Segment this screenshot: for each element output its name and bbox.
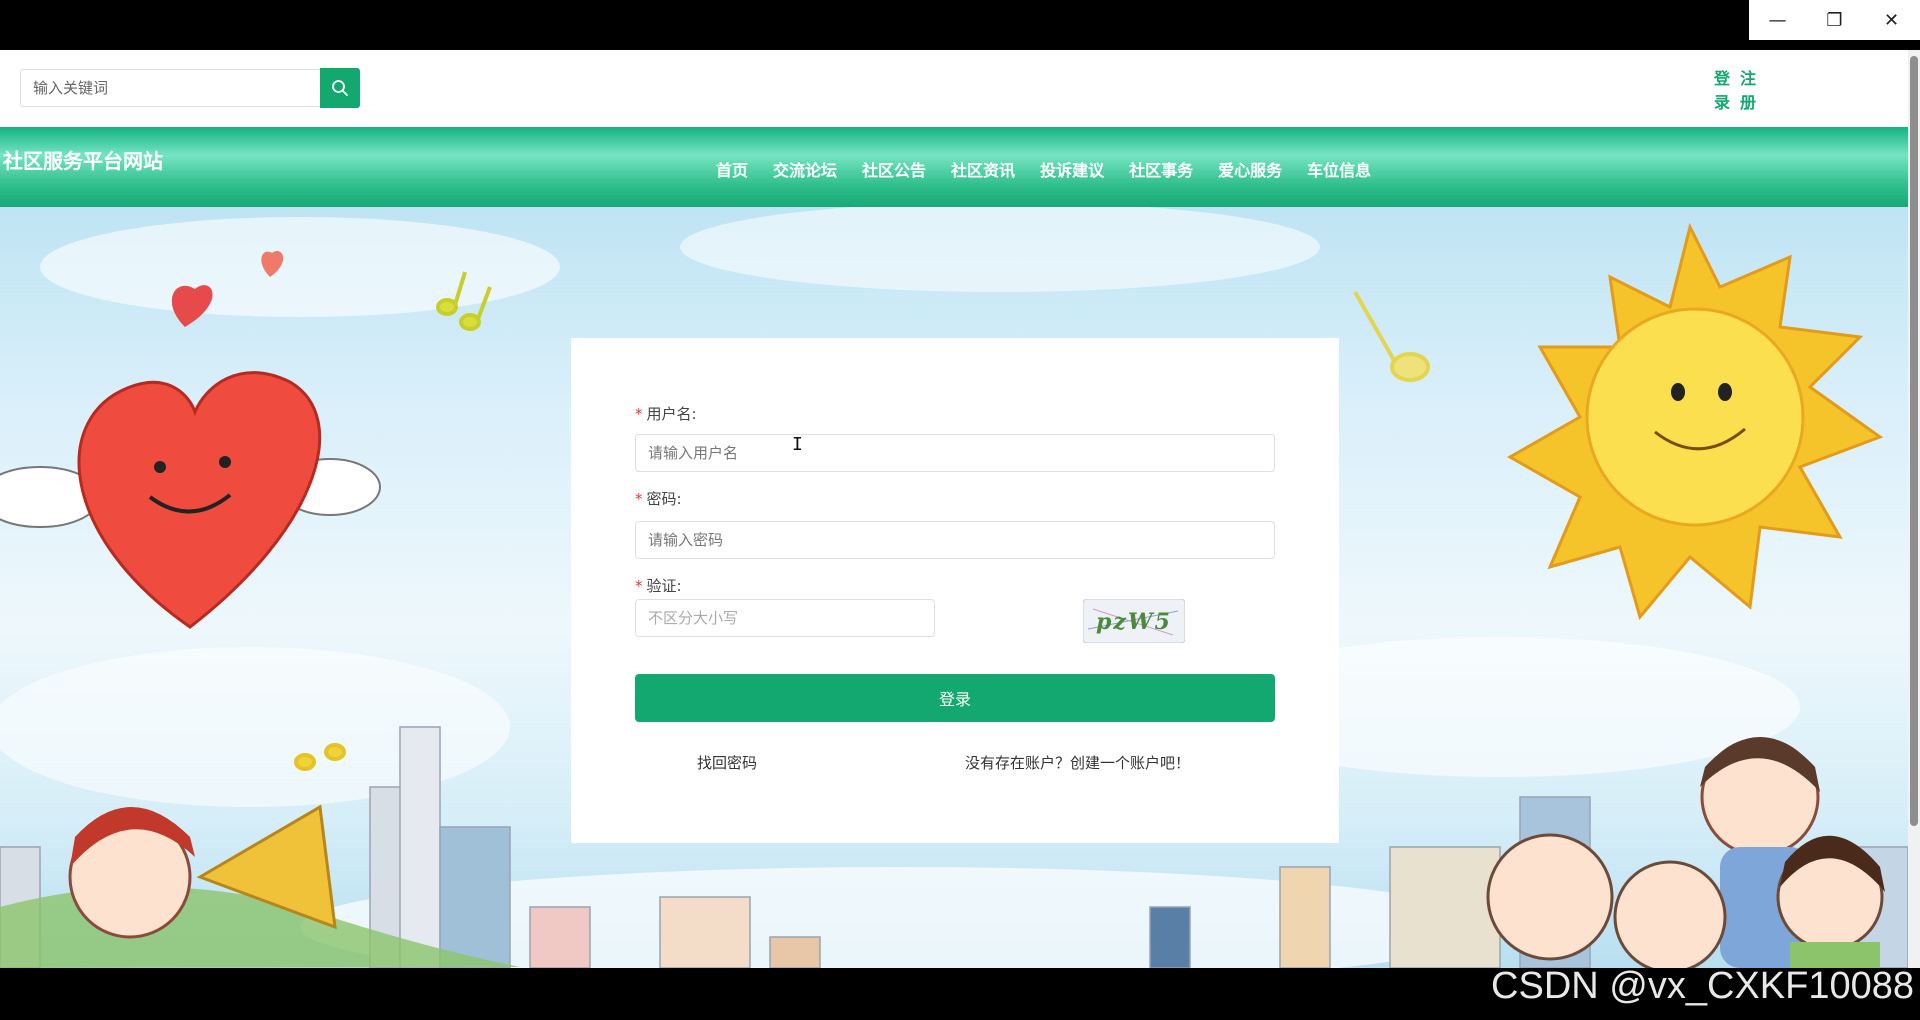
sun-mascot <box>1506 222 1884 621</box>
required-mark: * <box>635 577 643 595</box>
username-label: * 用户名: <box>635 403 697 424</box>
login-submit-button[interactable]: 登录 <box>635 674 1275 722</box>
password-label-text: 密码: <box>646 490 682 508</box>
nav-menu: 首页 交流论坛 社区公告 社区资讯 投诉建议 社区事务 爱心服务 车位信息 <box>716 157 1371 181</box>
scrollbar-thumb[interactable] <box>1910 56 1918 826</box>
top-bar: 登录 注册 <box>0 50 1908 127</box>
browser-viewport: 登录 注册 社区服务平台网站 首页 交流论坛 社区公告 社区资讯 投诉建议 社区… <box>0 50 1920 968</box>
register-account-link[interactable]: 没有存在账户？创建一个账户吧！ <box>965 752 1190 773</box>
required-mark: * <box>635 490 643 508</box>
search-button[interactable] <box>320 68 360 108</box>
main-navbar: 社区服务平台网站 首页 交流论坛 社区公告 社区资讯 投诉建议 社区事务 爱心服… <box>0 127 1908 207</box>
heart-mascot <box>0 371 381 629</box>
forgot-password-link[interactable]: 找回密码 <box>697 752 757 773</box>
site-title: 社区服务平台网站 <box>3 149 163 173</box>
required-mark: * <box>635 405 643 423</box>
restore-button[interactable]: ❐ <box>1806 0 1863 40</box>
watermark: CSDN @vx_CXKF10088 <box>1491 965 1914 1007</box>
captcha-text: pzW5 <box>1096 609 1172 635</box>
window-titlebar: — ❐ ✕ <box>0 0 1920 50</box>
search-icon <box>332 80 348 96</box>
nav-item-news[interactable]: 社区资讯 <box>951 157 1015 181</box>
captcha-image[interactable]: pzW5 <box>1083 599 1185 643</box>
nav-item-announcements[interactable]: 社区公告 <box>862 157 926 181</box>
text-cursor-icon: I <box>792 434 803 455</box>
nav-item-complaints[interactable]: 投诉建议 <box>1040 157 1104 181</box>
username-input[interactable] <box>635 434 1275 472</box>
nav-item-charity[interactable]: 爱心服务 <box>1218 157 1282 181</box>
captcha-input[interactable] <box>635 599 935 637</box>
register-link[interactable]: 注册 <box>1740 67 1756 115</box>
login-card: *用户名: *密码: *验证: pzW5 登录 找回密码 没有存在账户？创建一个… <box>571 338 1339 843</box>
nav-item-forum[interactable]: 交流论坛 <box>773 157 837 181</box>
captcha-label: * 验证: <box>635 575 682 596</box>
login-link[interactable]: 登录 <box>1714 67 1730 115</box>
close-button[interactable]: ✕ <box>1863 0 1920 40</box>
search-box <box>20 68 360 108</box>
minimize-button[interactable]: — <box>1749 0 1806 40</box>
nav-item-affairs[interactable]: 社区事务 <box>1129 157 1193 181</box>
search-input[interactable] <box>20 69 320 107</box>
page-scrollbar[interactable] <box>1908 50 1920 968</box>
captcha-label-text: 验证: <box>646 577 682 595</box>
password-label: * 密码: <box>635 488 682 509</box>
auth-links: 登录 注册 <box>1714 67 1756 115</box>
username-label-text: 用户名: <box>646 405 697 423</box>
nav-item-home[interactable]: 首页 <box>716 157 748 181</box>
nav-item-parking[interactable]: 车位信息 <box>1307 157 1371 181</box>
window-controls: — ❐ ✕ <box>1749 0 1920 40</box>
password-input[interactable] <box>635 521 1275 559</box>
